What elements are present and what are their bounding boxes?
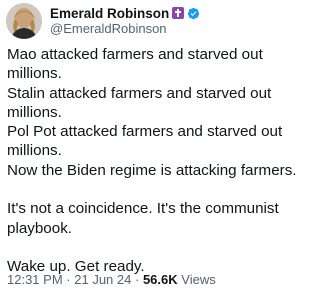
views-count: 56.6K <box>142 272 178 287</box>
views-label: Views <box>181 272 216 287</box>
cross-emoji <box>172 7 185 19</box>
tweet-meta: 12:31 PM · 21 Jun 24 · 56.6K Views <box>7 272 216 287</box>
meta-separator-2: · <box>134 272 140 287</box>
display-name[interactable]: Emerald Robinson <box>50 6 169 21</box>
meta-separator: · <box>66 272 71 287</box>
verified-badge-icon[interactable] <box>187 7 200 20</box>
tweet-card: Emerald Robinson @EmeraldRobinson Mao at… <box>0 0 300 300</box>
tweet-date[interactable]: 21 Jun 24 <box>74 272 131 287</box>
tweet-text: Mao attacked farmers and starved out mil… <box>7 46 297 276</box>
author-names: Emerald Robinson @EmeraldRobinson <box>50 5 200 37</box>
avatar[interactable] <box>6 3 42 39</box>
tweet-header: Emerald Robinson @EmeraldRobinson <box>6 2 200 40</box>
tweet-time[interactable]: 12:31 PM <box>7 272 63 287</box>
name-row: Emerald Robinson <box>50 5 200 21</box>
author-handle[interactable]: @EmeraldRobinson <box>50 21 200 37</box>
